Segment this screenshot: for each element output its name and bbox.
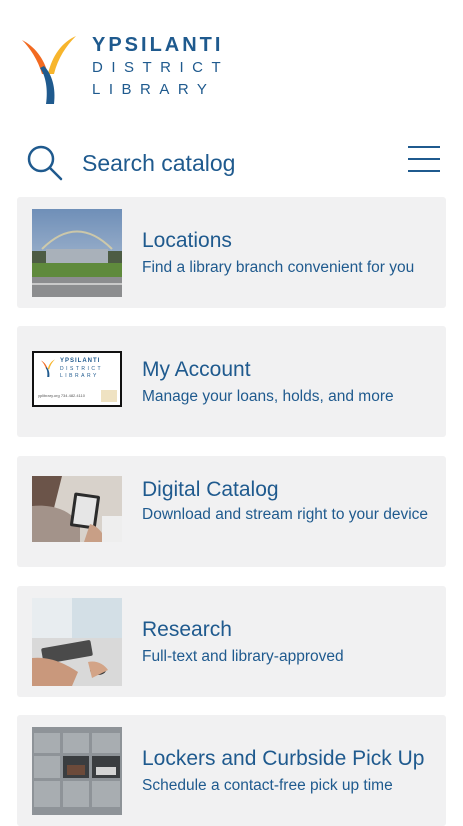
logo-line-3: LIBRARY — [92, 81, 216, 98]
card-title: My Account — [142, 358, 251, 381]
card-title: Research — [142, 618, 232, 641]
thumb-logo-line-2: DISTRICT — [60, 366, 104, 372]
logo-line-1: YPSILANTI — [92, 34, 224, 56]
card-description: Find a library branch convenient for you — [142, 259, 415, 276]
card-title: Lockers and Curbside Pick Up — [142, 747, 425, 770]
card-description: Schedule a contact-free pick up time — [142, 777, 393, 794]
card-my-account[interactable]: YPSILANTI DISTRICT LIBRARY yplibrary.org… — [17, 326, 446, 437]
card-description: Download and stream right to your device — [142, 506, 429, 523]
search-icon[interactable] — [26, 144, 64, 182]
thumb-footer: yplibrary.org 734.482.4110 — [38, 393, 85, 398]
thumb-logo-line-3: LIBRARY — [60, 373, 99, 379]
card-title: Locations — [142, 229, 232, 252]
hamburger-menu-icon[interactable] — [408, 146, 440, 176]
card-digital-catalog[interactable]: Digital Catalog Download and stream righ… — [17, 456, 446, 567]
card-lockers-curbside[interactable]: Lockers and Curbside Pick Up Schedule a … — [17, 715, 446, 826]
card-description: Full-text and library-approved — [142, 648, 344, 665]
library-card-thumbnail: YPSILANTI DISTRICT LIBRARY yplibrary.org… — [32, 351, 122, 407]
thumb-tag — [101, 390, 117, 402]
card-description: Manage your loans, holds, and more — [142, 388, 394, 405]
card-title: Digital Catalog — [142, 478, 279, 501]
card-research[interactable]: Research Full-text and library-approved — [17, 586, 446, 697]
ydl-logo-mark-icon — [22, 36, 76, 104]
ydl-logo-mark-icon — [41, 359, 55, 377]
library-logo[interactable]: YPSILANTI DISTRICT LIBRARY — [18, 30, 233, 106]
search-bar — [26, 142, 440, 184]
card-locations[interactable]: Locations Find a library branch convenie… — [17, 197, 446, 308]
logo-line-2: DISTRICT — [92, 59, 230, 76]
lockers-thumbnail — [32, 727, 122, 815]
research-thumbnail — [32, 598, 122, 686]
thumb-logo-line-1: YPSILANTI — [60, 358, 101, 364]
locations-thumbnail — [32, 209, 122, 297]
search-input[interactable] — [82, 144, 362, 182]
digital-catalog-thumbnail — [32, 476, 122, 542]
